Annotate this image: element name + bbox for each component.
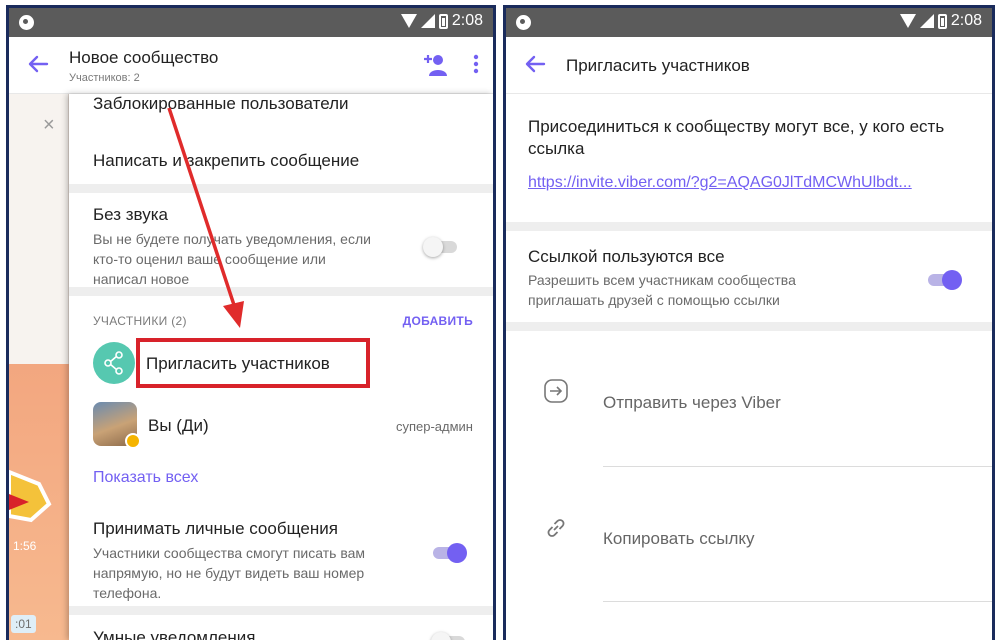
left-screen: 2:08 Новое сообщество Участников: 2 × 1:… [6, 5, 496, 640]
pin-message-item[interactable]: Написать и закрепить сообщение [93, 151, 359, 171]
member-role: супер-админ [395, 419, 473, 434]
status-time: 2:08 [950, 12, 982, 29]
divider [506, 322, 992, 331]
wifi-icon [400, 14, 417, 28]
member-name[interactable]: Вы (Ди) [148, 416, 209, 436]
send-via-viber-option[interactable]: Отправить через Viber [603, 393, 781, 413]
invite-link[interactable]: https://invite.viber.com/?g2=AQAG0JlTdMC… [528, 174, 912, 192]
link-sharing-title[interactable]: Ссылкой пользуются все [528, 247, 725, 267]
battery-icon [438, 13, 448, 29]
message-time: :01 [11, 615, 36, 633]
back-arrow-icon[interactable] [23, 49, 53, 79]
smart-notifications-toggle[interactable] [431, 632, 467, 640]
background-chat: × 1:56 :01 [9, 94, 69, 640]
divider [69, 184, 493, 193]
back-arrow-icon[interactable] [520, 49, 550, 79]
right-screen: 2:08 Пригласить участников Присоединитьс… [503, 5, 995, 640]
page-title: Новое сообщество [69, 48, 219, 67]
divider [69, 287, 493, 296]
admin-badge-icon [125, 433, 141, 449]
community-info-panel: Заблокированные пользователи Написать и … [69, 94, 493, 640]
smart-notifications-title[interactable]: Умные уведомления [93, 628, 255, 640]
app-bar: Пригласить участников [506, 37, 992, 94]
send-via-viber-icon [544, 379, 568, 403]
wifi-icon [899, 14, 916, 28]
signal-icon [919, 14, 934, 28]
sticker-image [9, 469, 52, 523]
add-participants-button[interactable]: ДОБАВИТЬ [403, 314, 473, 328]
mute-title[interactable]: Без звука [93, 205, 168, 225]
signal-icon [420, 14, 435, 28]
link-sharing-description: Разрешить всем участникам сообщества при… [528, 272, 796, 308]
viber-notification-icon [19, 15, 34, 30]
participants-label: УЧАСТНИКИ (2) [93, 314, 187, 328]
show-all-link[interactable]: Показать всех [93, 469, 198, 487]
mute-description: Вы не будете получать уведомления, если … [93, 231, 371, 287]
page-title: Пригласить участников [566, 56, 750, 75]
background-chat-card: × [9, 94, 69, 364]
status-bar: 2:08 [9, 8, 493, 37]
link-icon [547, 519, 565, 537]
link-sharing-toggle[interactable] [926, 270, 962, 290]
mute-toggle[interactable] [423, 237, 459, 257]
battery-icon [937, 13, 947, 29]
status-bar: 2:08 [506, 8, 992, 37]
private-messages-description: Участники сообщества смогут писать вам н… [93, 545, 366, 601]
page-subtitle: Участников: 2 [69, 72, 140, 84]
add-participant-icon[interactable] [423, 52, 449, 78]
share-icon [93, 342, 135, 384]
invite-content: Присоединиться к сообществу могут все, у… [506, 94, 992, 640]
divider [69, 606, 493, 615]
close-icon: × [43, 114, 55, 136]
more-options-icon[interactable] [473, 54, 479, 74]
invite-participants-item[interactable]: Пригласить участников [146, 354, 330, 374]
divider [506, 222, 992, 231]
blocked-users-item[interactable]: Заблокированные пользователи [93, 94, 349, 114]
message-time: 1:56 [13, 539, 37, 553]
join-description: Присоединиться к сообществу могут все, у… [528, 117, 945, 158]
viber-notification-icon [516, 15, 531, 30]
status-time: 2:08 [451, 12, 483, 29]
copy-link-option[interactable]: Копировать ссылку [603, 529, 755, 549]
divider [603, 601, 992, 602]
private-messages-title[interactable]: Принимать личные сообщения [93, 519, 338, 539]
divider [603, 466, 992, 467]
private-messages-toggle[interactable] [431, 543, 467, 563]
app-bar: Новое сообщество Участников: 2 [9, 37, 493, 94]
